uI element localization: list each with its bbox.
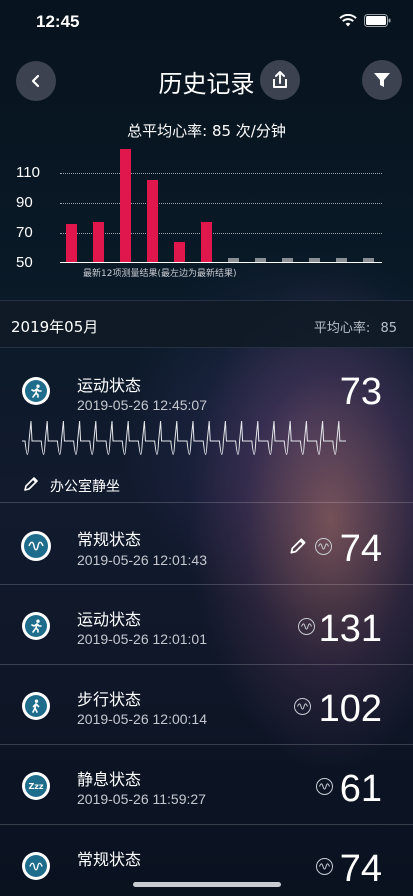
state-label: 静息状态 [77, 770, 142, 789]
waveform-icon[interactable] [315, 538, 332, 555]
chart-bar [174, 241, 185, 262]
status-icons [339, 14, 391, 27]
y-tick-label: 110 [16, 164, 40, 181]
chart-bar-empty [336, 258, 347, 262]
record-time: 2019-05-26 12:45:07 [77, 397, 207, 413]
bpm-value: 73 [339, 371, 382, 413]
record-time: 2019-05-26 12:01:43 [77, 552, 207, 568]
y-tick-label: 50 [16, 254, 33, 271]
running-icon [22, 612, 50, 640]
chart-bar-empty [309, 258, 320, 262]
average-heart-rate: 总平均心率: 85 次/分钟 [127, 122, 286, 140]
record-time: 2019-05-26 12:00:14 [77, 711, 207, 727]
bpm-value: 74 [339, 528, 382, 570]
bpm-value: 131 [318, 608, 382, 650]
running-icon [22, 377, 50, 405]
record-note: 办公室静坐 [50, 479, 120, 495]
record-row[interactable]: 运动状态 2019-05-26 12:01:01 131 [0, 586, 413, 665]
month-average-label: 平均心率: [313, 321, 371, 336]
bpm-value: 102 [318, 688, 382, 730]
home-indicator[interactable] [133, 882, 281, 887]
chart-bar [201, 222, 212, 262]
record-time: 2019-05-26 11:59:27 [77, 791, 206, 807]
month-header: 2019年05月 平均心率: 85 [0, 300, 413, 348]
pencil-icon[interactable] [288, 536, 308, 556]
pencil-icon[interactable] [22, 475, 40, 493]
record-row[interactable]: 运动状态 2019-05-26 12:45:07 73 办公室静坐 [0, 349, 413, 503]
chart-bar-empty [228, 258, 239, 262]
waveform-icon[interactable] [294, 698, 311, 715]
bpm-value: 74 [339, 848, 382, 890]
month-average-value: 85 [380, 321, 397, 336]
heart-waveform [22, 420, 346, 455]
chart-bar [66, 223, 77, 262]
chart-bar-empty [282, 258, 293, 262]
y-tick-label: 70 [16, 224, 33, 241]
chart-caption: 最新12项测量结果(最左边为最新结果) [83, 269, 237, 279]
record-row[interactable]: 步行状态 2019-05-26 12:00:14 102 [0, 666, 413, 745]
bpm-value: 61 [339, 768, 382, 810]
chart-bar [93, 222, 104, 262]
filter-button[interactable] [362, 60, 402, 100]
waveform-icon[interactable] [316, 778, 333, 795]
state-label: 运动状态 [77, 610, 142, 629]
wifi-icon [339, 14, 357, 27]
waveform-icon[interactable] [316, 858, 333, 875]
walking-icon [22, 692, 50, 720]
state-label: 步行状态 [77, 690, 142, 709]
chart-baseline [60, 262, 382, 263]
record-row[interactable]: Zzz 静息状态 2019-05-26 11:59:27 61 [0, 746, 413, 825]
record-time: 2019-05-26 12:01:01 [77, 631, 207, 647]
share-icon [273, 71, 287, 88]
state-label: 运动状态 [77, 376, 142, 395]
page-title: 历史记录 [158, 71, 255, 98]
bar-chart [60, 143, 382, 262]
sleep-icon-text: Zzz [28, 781, 44, 791]
state-label: 常规状态 [77, 850, 142, 869]
chart-bar [147, 180, 158, 262]
record-row[interactable]: 常规状态 2019-05-26 12:01:43 74 [0, 504, 413, 585]
wave-icon [21, 531, 51, 561]
wave-icon [22, 852, 50, 880]
waveform-icon[interactable] [298, 618, 315, 635]
month-title: 2019年05月 [11, 318, 99, 336]
y-tick-label: 90 [16, 194, 33, 211]
chart-bar-empty [255, 258, 266, 262]
status-time: 12:45 [36, 12, 80, 31]
battery-icon [364, 14, 391, 27]
filter-icon [374, 73, 390, 87]
share-button[interactable] [260, 60, 300, 100]
chart-bar-empty [363, 258, 374, 262]
chart-bar [120, 148, 131, 262]
month-average: 平均心率: 85 [314, 317, 397, 336]
state-label: 常规状态 [77, 530, 142, 549]
sleep-icon: Zzz [22, 772, 50, 800]
